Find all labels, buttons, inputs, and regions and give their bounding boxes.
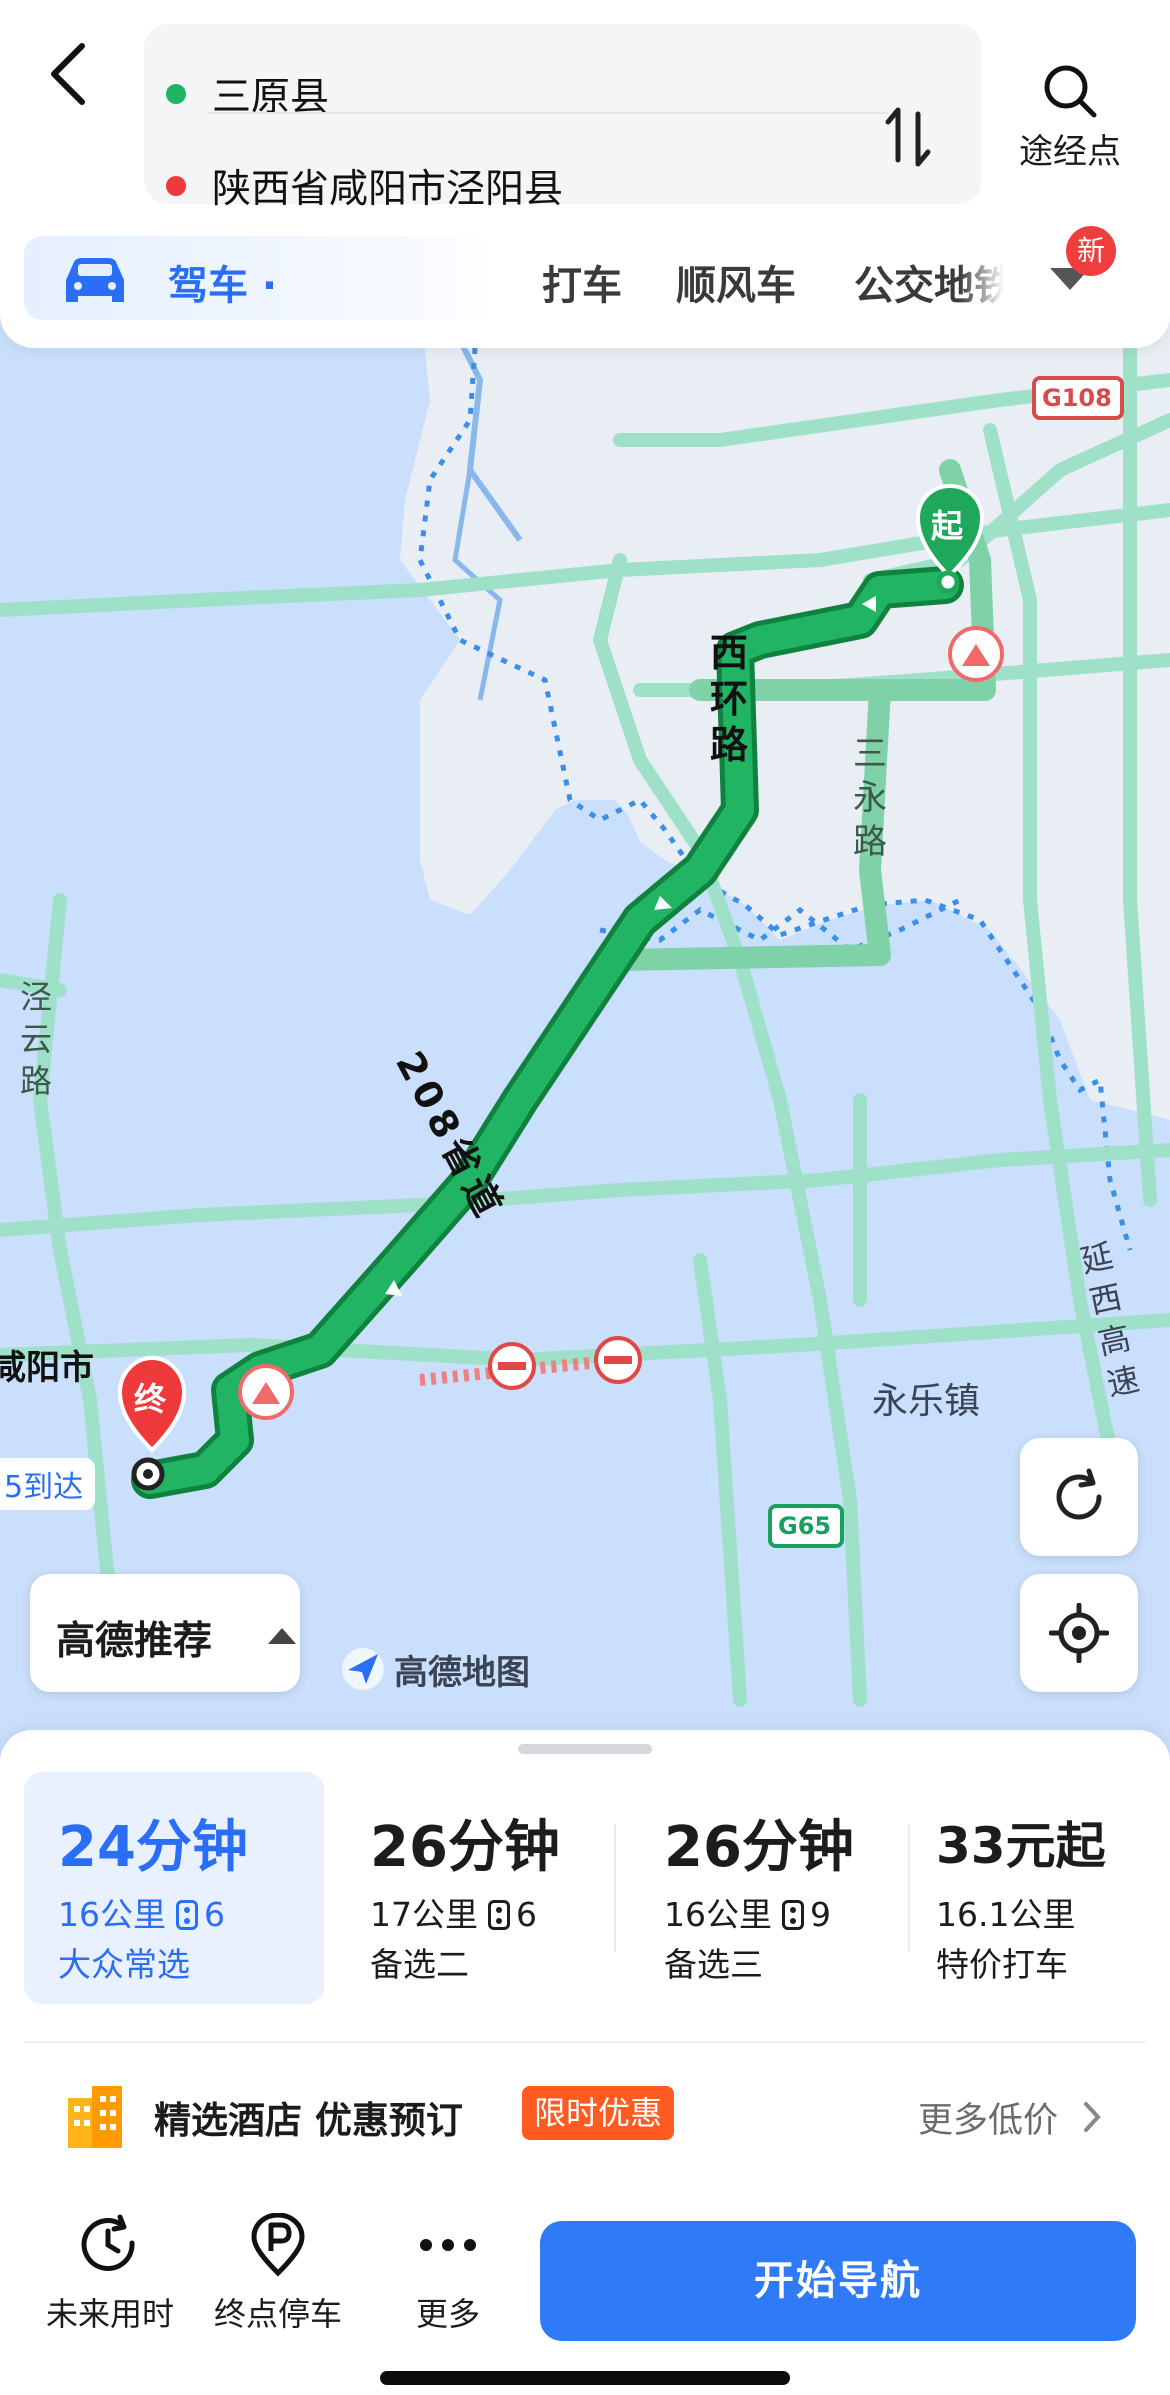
swap-endpoints-button[interactable] bbox=[878, 102, 938, 172]
amap-logo-icon bbox=[342, 1648, 384, 1690]
xianyang-label: 咸阳市 bbox=[0, 1348, 94, 1388]
end-point-text: 陕西省咸阳市泾阳县 bbox=[212, 167, 564, 212]
future-time-label: 未来用时 bbox=[45, 2295, 174, 2333]
start-dot-icon bbox=[166, 84, 186, 104]
route-option-3-tag: 备选三 bbox=[664, 1945, 763, 1984]
start-marker-label: 起 bbox=[931, 507, 964, 545]
parking-pin-icon bbox=[251, 2213, 305, 2277]
home-indicator bbox=[380, 2371, 790, 2385]
route-option-3-km: 16公里 bbox=[664, 1895, 772, 1934]
route-preference-button[interactable]: 高德推荐 bbox=[30, 1574, 300, 1692]
hotel-building-icon bbox=[68, 2086, 122, 2148]
jingyun-road-label: 泾云路 bbox=[19, 978, 52, 1100]
route-option-2-distance: 17公里 6 bbox=[370, 1888, 537, 1936]
tab-transit[interactable]: 公交地铁 bbox=[854, 253, 1004, 311]
start-point-field[interactable]: 三原县 bbox=[166, 64, 329, 124]
construction-icon bbox=[238, 1364, 294, 1420]
end-point-field[interactable]: 陕西省咸阳市泾阳县 bbox=[166, 156, 563, 216]
waypoint-label: 途经点 bbox=[1019, 132, 1121, 172]
road-closed-icon bbox=[488, 1342, 536, 1390]
g108-label: G108 bbox=[1042, 384, 1112, 412]
search-icon bbox=[1044, 65, 1097, 118]
route-endpoints-box: 三原县 陕西省咸阳市泾阳县 bbox=[144, 24, 982, 212]
dest-parking-button[interactable]: 终点停车 bbox=[208, 2213, 348, 2353]
route-divider bbox=[208, 112, 888, 114]
route-option-2-km: 17公里 bbox=[370, 1895, 478, 1934]
traffic-light-icon bbox=[176, 1900, 198, 1930]
route-option-3-lights: 9 bbox=[810, 1895, 831, 1934]
arrive-fragment-label: 5到达 bbox=[0, 1458, 96, 1510]
route-option-2[interactable]: 26分钟 17公里 6 备选二 bbox=[334, 1772, 624, 2004]
taxi-tag: 特价打车 bbox=[936, 1945, 1068, 1984]
more-dots-icon bbox=[420, 2239, 476, 2251]
bottom-action-bar: 未来用时 终点停车 更多 开始导航 bbox=[0, 2155, 1170, 2395]
clock-icon bbox=[81, 2214, 135, 2271]
sanyong-road-label: 三永路 bbox=[853, 734, 887, 862]
route-option-1-km: 16公里 bbox=[58, 1895, 166, 1934]
yongle-town-label: 永乐镇 bbox=[872, 1381, 981, 1422]
crosshair-icon bbox=[1049, 1603, 1109, 1663]
taxi-distance: 16.1公里 bbox=[936, 1895, 1076, 1934]
route-option-1-tag: 大众常选 bbox=[58, 1945, 190, 1984]
end-dot-icon bbox=[166, 176, 186, 196]
route-preference-label: 高德推荐 bbox=[56, 1619, 213, 1664]
waypoint-button[interactable]: 途经点 bbox=[1010, 62, 1130, 182]
g65-label: G65 bbox=[778, 1512, 832, 1540]
car-icon bbox=[66, 258, 124, 302]
end-marker-label: 终 bbox=[134, 1380, 167, 1418]
amap-logo: 高德地图 bbox=[340, 1644, 530, 1694]
route-option-2-lights: 6 bbox=[516, 1895, 537, 1934]
route-sheet: 24分钟 16公里 6 大众常选 26分钟 17公里 6 备选二 26分钟 16公里… bbox=[0, 1730, 1170, 2395]
tab-rideshare[interactable]: 顺风车 bbox=[676, 253, 796, 311]
option-divider bbox=[614, 1824, 616, 1952]
hotel-promo-row[interactable]: 精选酒店 优惠预订 限时优惠 更多低价 bbox=[0, 2066, 1170, 2162]
back-button[interactable] bbox=[38, 34, 98, 114]
more-deals-link[interactable]: 更多低价 bbox=[918, 2092, 1058, 2143]
limited-time-badge: 限时优惠 bbox=[522, 2086, 675, 2140]
route-option-3-distance: 16公里 9 bbox=[664, 1888, 831, 1936]
back-arrow-icon bbox=[51, 43, 85, 105]
locate-button[interactable] bbox=[1020, 1574, 1138, 1692]
amap-logo-text: 高德地图 bbox=[394, 1652, 530, 1693]
road-closed-icon bbox=[594, 1336, 642, 1384]
swap-arrows-icon bbox=[885, 107, 931, 167]
route-option-1[interactable]: 24分钟 16公里 6 大众常选 bbox=[24, 1772, 324, 2004]
route-option-1-lights: 6 bbox=[204, 1895, 225, 1934]
new-badge: 新 bbox=[1066, 226, 1116, 276]
tab-drive-label: 驾车 · bbox=[168, 263, 278, 309]
sheet-drag-handle[interactable] bbox=[518, 1744, 652, 1754]
tab-drive[interactable]: 驾车 · bbox=[24, 236, 494, 320]
traffic-light-icon bbox=[782, 1900, 804, 1930]
route-option-2-time: 26分钟 bbox=[370, 1815, 560, 1880]
dest-parking-label: 终点停车 bbox=[213, 2295, 342, 2333]
route-option-3-time: 26分钟 bbox=[664, 1815, 854, 1880]
more-actions-button[interactable]: 更多 bbox=[378, 2213, 518, 2353]
refresh-button[interactable] bbox=[1020, 1438, 1138, 1556]
refresh-icon bbox=[1056, 1468, 1102, 1520]
route-option-2-tag: 备选二 bbox=[370, 1945, 469, 1984]
start-navigation-button[interactable]: 开始导航 bbox=[540, 2221, 1136, 2341]
route-option-taxi[interactable]: 33元起 16.1公里 特价打车 bbox=[902, 1772, 1152, 2004]
traffic-light-icon bbox=[488, 1900, 510, 1930]
future-time-button[interactable]: 未来用时 bbox=[40, 2213, 180, 2353]
route-option-1-time: 24分钟 bbox=[58, 1815, 248, 1880]
taxi-price: 33元起 bbox=[936, 1817, 1106, 1875]
route-option-1-distance: 16公里 6 bbox=[58, 1888, 225, 1936]
triangle-up-icon bbox=[268, 1628, 296, 1644]
sheet-divider bbox=[24, 2041, 1146, 2043]
route-header: 三原县 陕西省咸阳市泾阳县 途经点 驾车 · 打车 顺风车 公交地铁 新 bbox=[0, 0, 1170, 348]
route-option-3[interactable]: 26分钟 16公里 9 备选三 bbox=[630, 1772, 910, 2004]
chevron-right-icon bbox=[1084, 2102, 1101, 2132]
tab-taxi[interactable]: 打车 bbox=[542, 253, 622, 311]
more-actions-label: 更多 bbox=[415, 2295, 480, 2333]
hotel-promo-title: 精选酒店 优惠预订 bbox=[154, 2099, 463, 2142]
xihuan-road-label: 西环路 bbox=[709, 631, 748, 767]
construction-icon bbox=[948, 626, 1004, 682]
